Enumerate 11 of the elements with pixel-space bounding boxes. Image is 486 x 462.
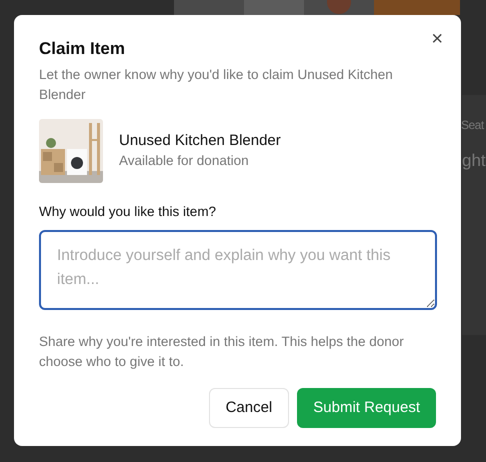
dialog-title: Claim Item: [39, 38, 126, 60]
item-status: Available for donation: [119, 152, 250, 170]
cancel-button[interactable]: Cancel: [208, 388, 290, 428]
message-field[interactable]: Introduce yourself and explain why you want this item...: [39, 230, 437, 310]
close-button[interactable]: ×: [431, 29, 443, 49]
background-text: Seat: [461, 117, 484, 134]
item-name: Unused Kitchen Blender: [119, 131, 281, 151]
background-text: ght: [462, 150, 486, 172]
field-label: Why would you like this item?: [39, 203, 218, 221]
dialog-description: Let the owner know why you'd like to claim Unused Kitchen Blender: [39, 66, 394, 104]
help-text: Share why you're interested in this item. This helps the donor choose who to give it to.: [39, 333, 405, 371]
